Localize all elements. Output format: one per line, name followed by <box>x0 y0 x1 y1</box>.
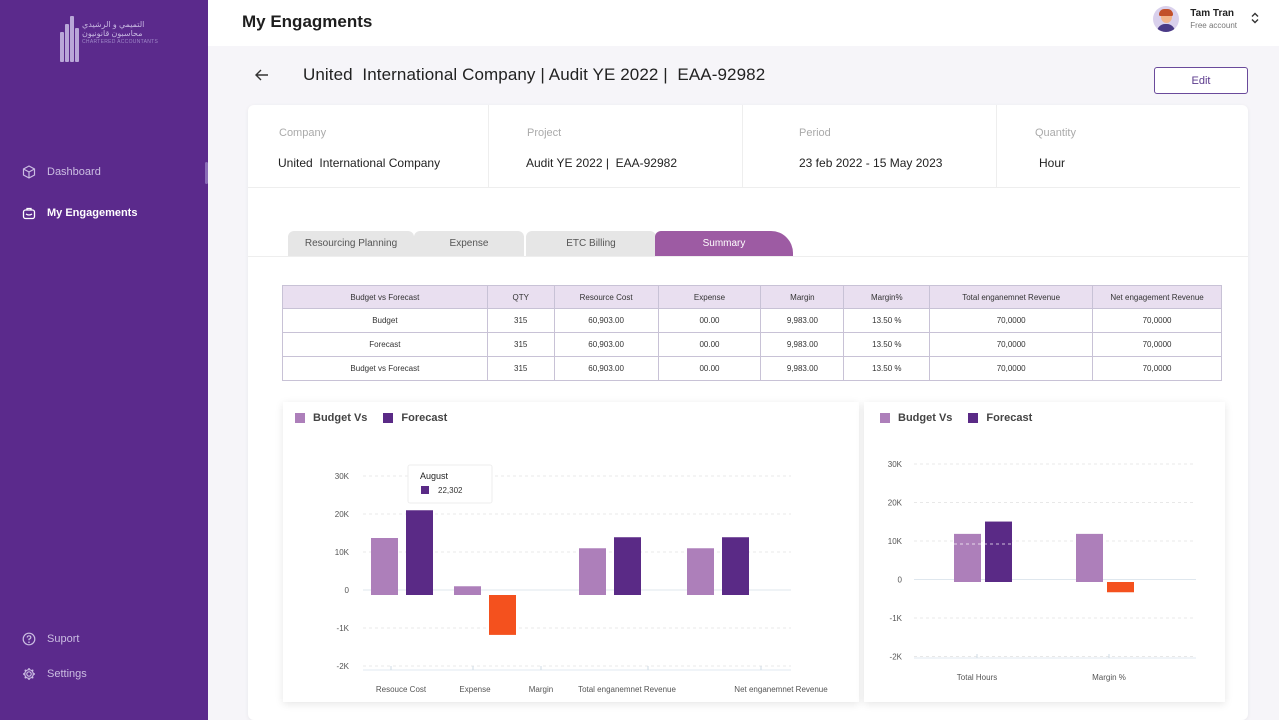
tab-summary[interactable]: Summary <box>655 231 793 256</box>
bar-forecast <box>1107 582 1134 593</box>
col-header: Margin% <box>843 285 931 309</box>
bar-chart-svg: 30K 20K 10K 0 -1K -2K Resouce Cost Expense Margi… <box>335 464 828 694</box>
table-header-row: Budget vs Forecast QTY Resource Cost Exp… <box>282 285 1222 309</box>
bar-forecast <box>722 537 749 595</box>
sidebar: التميمي و الرشيدي محاسبون قانونيون CHART… <box>0 0 208 720</box>
col-header: QTY <box>486 285 555 309</box>
briefcase-icon <box>22 206 36 220</box>
engagement-title: United International Company | Audit YE … <box>303 65 766 84</box>
col-header: Resource Cost <box>553 285 659 309</box>
bar-budget <box>954 533 981 582</box>
page-title: My Engagments <box>242 12 373 31</box>
sidebar-item-label: My Engagements <box>47 207 138 219</box>
sidebar-item-label: Dashboard <box>47 166 101 178</box>
bar-budget <box>454 586 481 595</box>
tab-expense[interactable]: Expense <box>414 231 524 256</box>
bar-forecast <box>985 521 1012 582</box>
help-circle-icon <box>22 632 36 646</box>
tab-etc-billing[interactable]: ETC Billing <box>526 231 656 256</box>
user-menu[interactable]: Tam Tran Free account <box>1153 6 1259 32</box>
chevron-up-down-icon[interactable] <box>1251 12 1259 26</box>
top-header: My Engagments Tam Tran Free account <box>208 0 1279 46</box>
col-header: Total enganemnet Revenue <box>929 285 1094 309</box>
tab-resourcing-planning[interactable]: Resourcing Planning <box>288 231 414 256</box>
y-tick-label: 10K <box>335 548 350 557</box>
tabs-underline <box>248 256 1248 257</box>
bar-forecast <box>406 510 433 595</box>
table-row: Budget 315 60,903.00 00.00 9,983.00 13.5… <box>282 308 1222 333</box>
col-header: Net engagement Revenue <box>1092 285 1222 309</box>
x-tick-label: Expense <box>459 685 491 694</box>
info-period: Period 23 feb 2022 - 15 May 2023 <box>743 105 997 187</box>
y-tick-label: -2K <box>337 662 350 671</box>
summary-table: Budget vs Forecast QTY Resource Cost Exp… <box>282 285 1222 381</box>
x-tick-label: Resouce Cost <box>376 685 427 694</box>
info-project: Project Audit YE 2022 | EAA-92982 <box>489 105 743 187</box>
x-tick-label: Margin % <box>1092 673 1126 682</box>
tooltip-title: August <box>420 471 449 481</box>
table-row: Forecast 315 60,903.00 00.00 9,983.00 13… <box>282 332 1222 357</box>
y-tick-label: 10K <box>888 537 903 546</box>
sidebar-item-dashboard[interactable]: Dashboard <box>22 165 101 179</box>
bar-forecast <box>489 595 516 635</box>
col-header: Margin <box>760 285 845 309</box>
hours-margin-chart: Budget Vs Forecast 30K 20K 10K 0 -1K -2K Total… <box>864 402 1225 702</box>
table-row: Budget vs Forecast 315 60,903.00 00.00 9… <box>282 356 1222 381</box>
tooltip-value: 22,302 <box>438 486 463 495</box>
y-tick-label: 0 <box>345 586 350 595</box>
x-tick-label: Net enganemnet Revenue <box>734 685 828 694</box>
user-plan: Free account <box>1190 21 1237 30</box>
bar-budget <box>371 538 398 595</box>
company-logo: التميمي و الرشيدي محاسبون قانونيون CHART… <box>58 16 158 66</box>
cube-icon <box>22 165 36 179</box>
sidebar-item-support[interactable]: Suport <box>22 632 79 646</box>
sidebar-item-label: Settings <box>47 668 87 680</box>
y-tick-label: 20K <box>888 499 903 508</box>
chart-tooltip: August 22,302 <box>407 464 493 504</box>
engagement-info-row: Company United International Company Pro… <box>248 105 1240 187</box>
y-tick-label: -1K <box>337 624 350 633</box>
sidebar-item-my-engagements[interactable]: My Engagements <box>22 206 137 220</box>
budget-forecast-chart: Budget Vs Forecast 30K 20K 10K 0 -1K -2K Resou… <box>283 402 859 702</box>
divider <box>248 187 1240 188</box>
y-tick-label: -2K <box>890 653 903 662</box>
col-header: Expense <box>657 285 762 309</box>
x-tick-label: Margin <box>529 685 553 694</box>
bar-budget <box>1076 533 1103 582</box>
bar-chart-svg: 30K 20K 10K 0 -1K -2K Total Hours Margin % <box>888 460 1196 682</box>
tooltip-swatch <box>421 486 429 494</box>
x-tick-label: Total Hours <box>957 673 997 682</box>
info-company: Company United International Company <box>248 105 489 187</box>
bar-budget <box>579 548 606 595</box>
back-arrow-icon[interactable] <box>254 64 272 86</box>
y-tick-label: 30K <box>888 460 903 469</box>
info-quantity: Quantity Hour <box>1035 127 1076 170</box>
gear-icon <box>22 667 36 681</box>
edit-button[interactable]: Edit <box>1154 67 1248 94</box>
y-tick-label: 20K <box>335 510 350 519</box>
x-tick-label: Total enganemnet Revenue <box>578 685 676 694</box>
bar-forecast <box>614 537 641 595</box>
bar-budget <box>687 548 714 595</box>
y-tick-label: 0 <box>898 576 903 585</box>
sidebar-scroll-marker <box>205 162 208 184</box>
user-name: Tam Tran <box>1190 8 1235 19</box>
y-tick-label: -1K <box>890 614 903 623</box>
sidebar-item-settings[interactable]: Settings <box>22 667 87 681</box>
y-tick-label: 30K <box>335 472 350 481</box>
avatar <box>1153 6 1180 32</box>
sidebar-item-label: Suport <box>47 633 80 645</box>
tab-bar: Resourcing Planning Expense ETC Billing … <box>288 231 848 256</box>
col-header: Budget vs Forecast <box>282 285 488 309</box>
